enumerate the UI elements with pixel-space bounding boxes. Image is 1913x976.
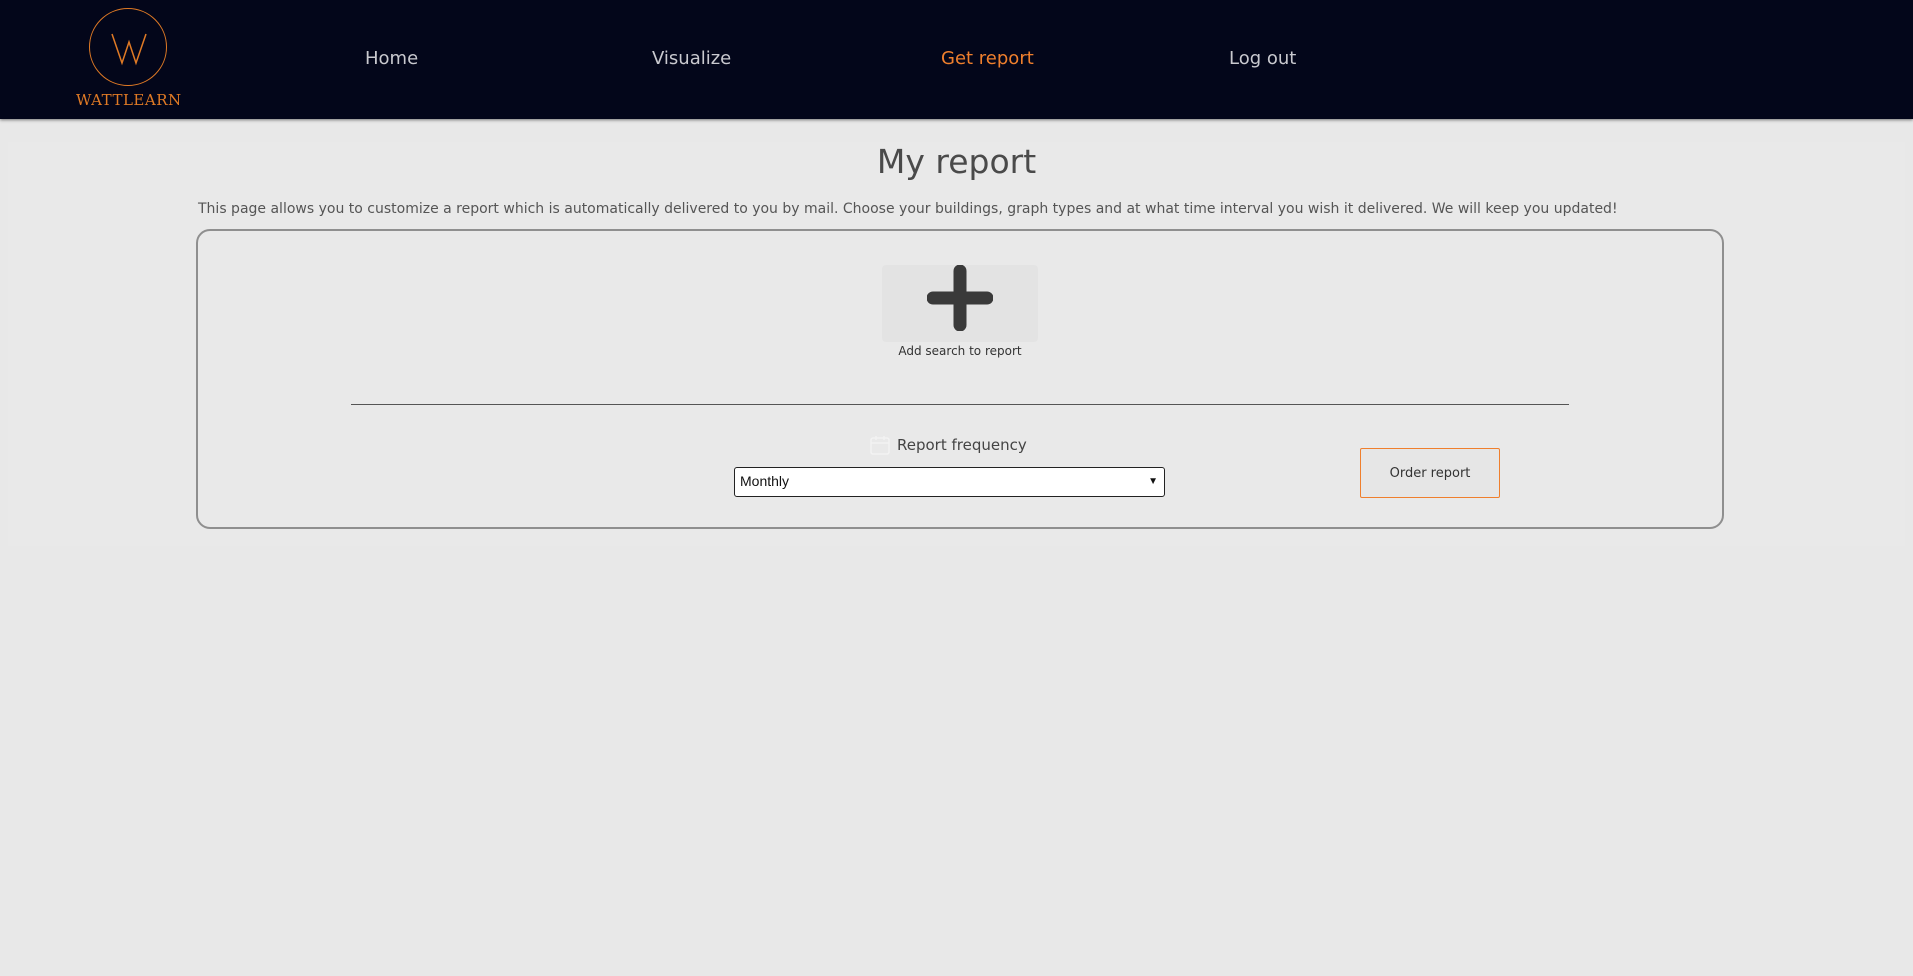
dropdown-arrow-icon: ▼ (1148, 476, 1158, 487)
nav-get-report[interactable]: Get report (941, 48, 1034, 69)
logo-circle (89, 8, 167, 86)
wattlearn-logo[interactable]: WATTLEARN (76, 6, 182, 112)
report-frequency-value: Monthly (740, 473, 790, 489)
section-divider (351, 404, 1569, 405)
logo-text: WATTLEARN (76, 91, 182, 109)
add-search-label: Add search to report (898, 344, 1022, 358)
nav-home[interactable]: Home (365, 48, 418, 69)
logo-w-icon (111, 33, 147, 66)
add-search-button[interactable]: Add search to report (882, 265, 1038, 361)
report-frequency-select[interactable]: Monthly ▼ (734, 467, 1165, 497)
nav-visualize[interactable]: Visualize (652, 48, 731, 69)
report-frequency-label: Report frequency (869, 434, 1027, 456)
report-frequency-text: Report frequency (897, 436, 1027, 454)
plus-icon (927, 265, 993, 331)
page-title: My report (876, 142, 1037, 181)
nav-log-out[interactable]: Log out (1229, 48, 1296, 69)
order-report-button[interactable]: Order report (1360, 448, 1500, 498)
calendar-icon (870, 436, 890, 455)
page-description: This page allows you to customize a repo… (198, 201, 1618, 217)
top-navigation-bar: WATTLEARN Home Visualize Get report Log … (0, 0, 1913, 119)
